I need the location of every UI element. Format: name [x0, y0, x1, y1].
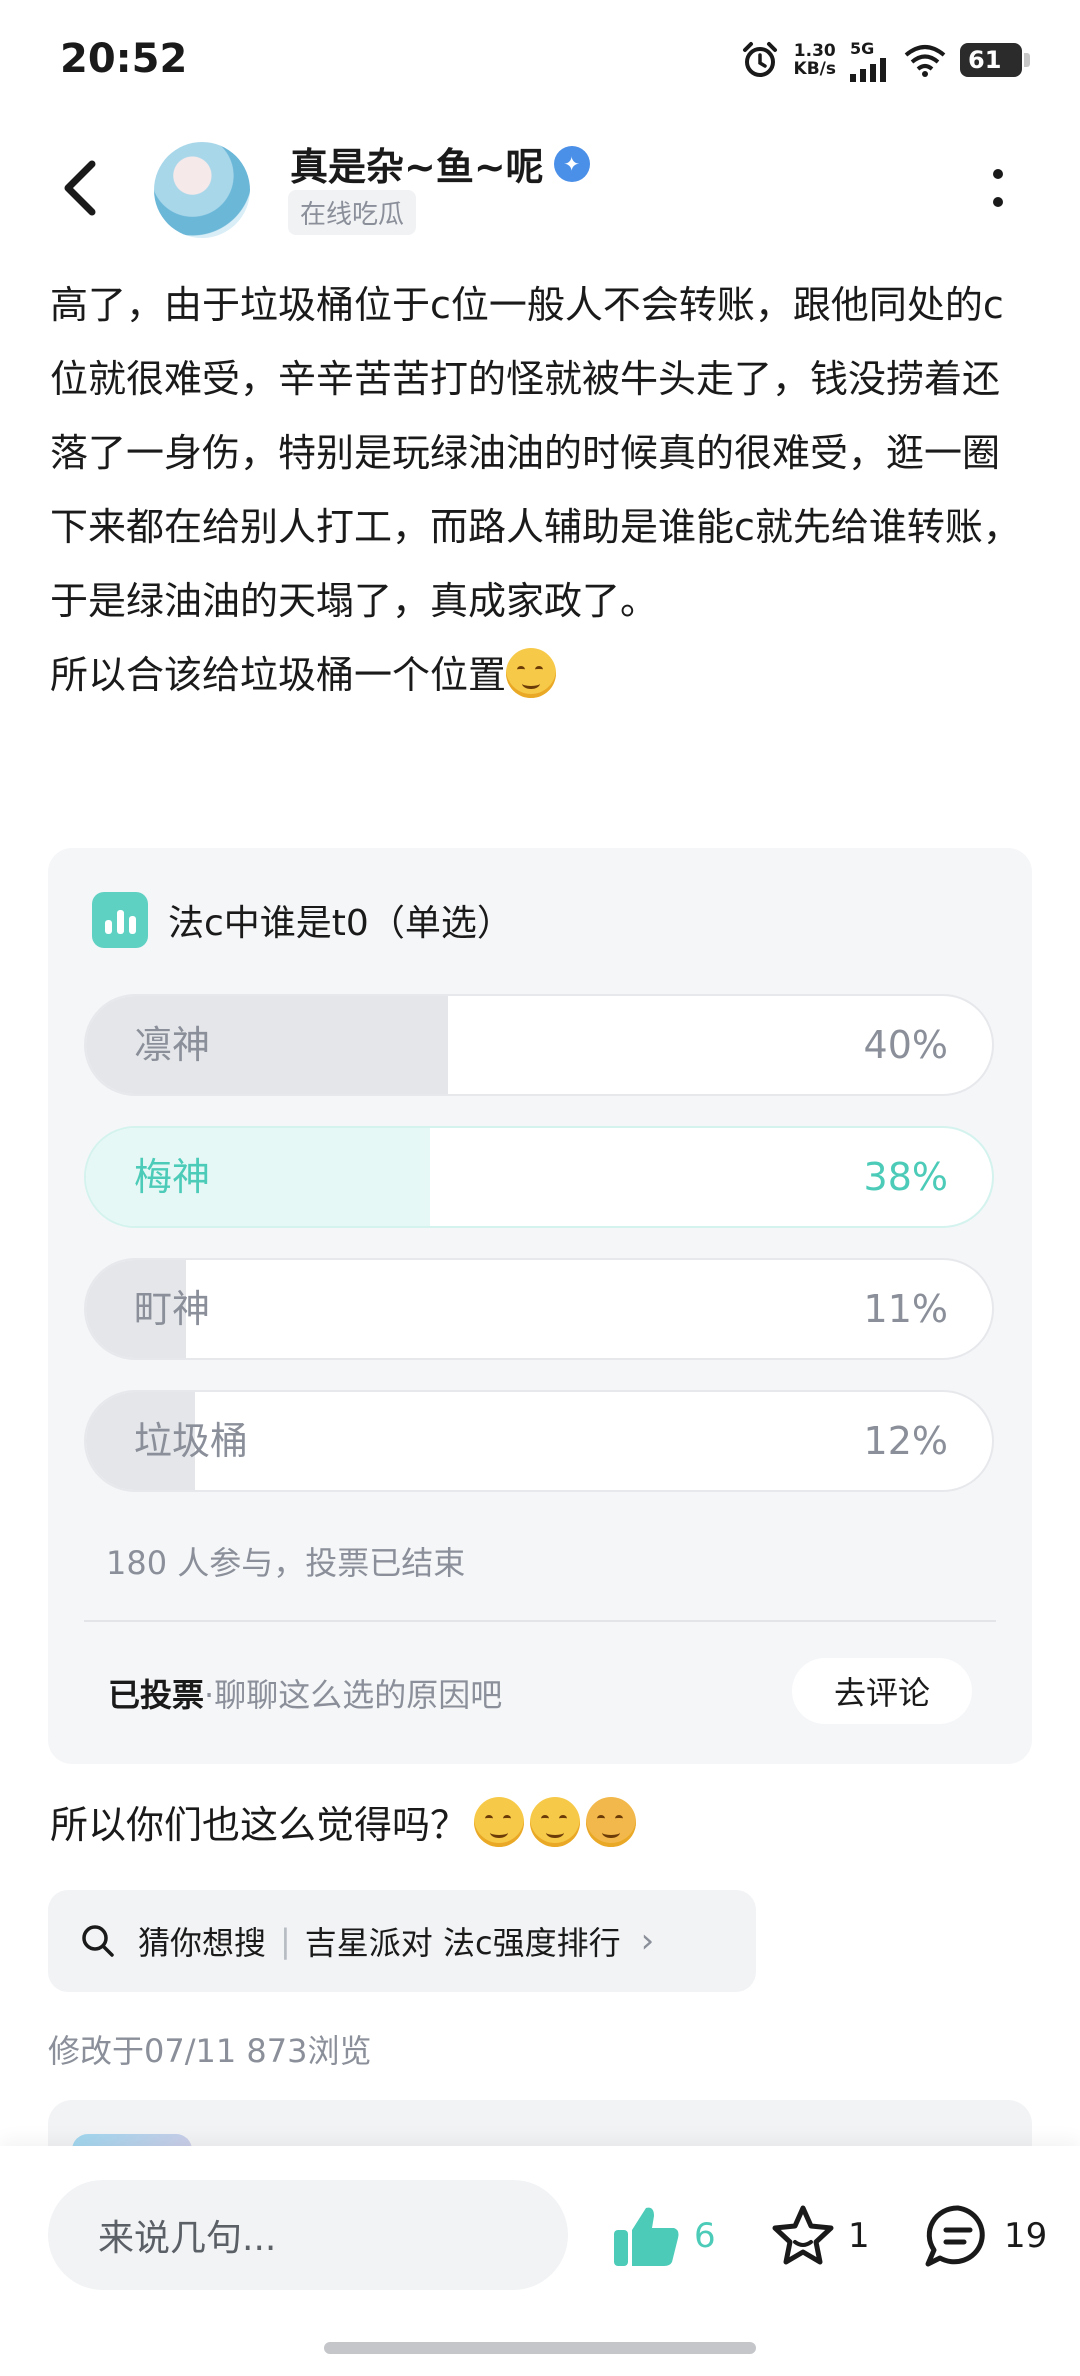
- favorite-button[interactable]: 1: [770, 2198, 870, 2274]
- poll-option-selected[interactable]: 梅神 38%: [84, 1126, 994, 1228]
- poll-option-percent: 38%: [863, 1155, 948, 1199]
- poll-option-label: 凛神: [134, 1023, 211, 1067]
- comment-input[interactable]: 来说几句...: [48, 2180, 568, 2290]
- post-content: 高了，由于垃圾桶位于c位一般人不会转账，跟他同处的c位就很难受，辛辛苦苦打的怪就…: [50, 268, 1030, 712]
- voted-label: 已投票: [108, 1676, 205, 1714]
- voted-hint: ·聊聊这么选的原因吧: [204, 1676, 503, 1714]
- signal: 5G: [850, 39, 890, 82]
- go-comment-button[interactable]: 去评论: [792, 1658, 972, 1724]
- alarm-icon: [742, 42, 777, 77]
- game-badge-icon: ✦: [553, 145, 590, 182]
- post-follow-up: 所以你们也这么觉得吗？: [50, 1794, 637, 1849]
- signal-icon: [850, 57, 886, 82]
- star-icon: [772, 2205, 834, 2265]
- author-name-row[interactable]: 真是杂~鱼~呢 ✦: [290, 136, 590, 191]
- poll-option-percent: 12%: [863, 1419, 948, 1463]
- comment-count: 19: [1004, 2216, 1048, 2256]
- search-icon: [82, 1925, 114, 1957]
- comments-button[interactable]: 19: [924, 2198, 1047, 2274]
- poll-option-label: 町神: [134, 1287, 211, 1331]
- chevron-right-icon: ›: [640, 1921, 655, 1961]
- poll-option-percent: 40%: [863, 1023, 948, 1067]
- status-icons: 1.30 KB/s 5G 61: [740, 34, 1030, 86]
- poll-option-label: 垃圾桶: [134, 1419, 249, 1463]
- battery-indicator: 61: [960, 43, 1030, 77]
- poll-divider: [84, 1620, 996, 1622]
- like-button[interactable]: 6: [612, 2198, 716, 2274]
- net-speed-value: 1.30: [793, 41, 836, 61]
- post-follow-up-text: 所以你们也这么觉得吗？: [50, 1803, 469, 1847]
- yummy-emoji-icon: [586, 1796, 637, 1847]
- post-paragraph: 所以合该给垃圾桶一个位置: [50, 638, 1030, 712]
- post-paragraph: 高了，由于垃圾桶位于c位一般人不会转账，跟他同处的c位就很难受，辛辛苦苦打的怪就…: [50, 283, 1021, 623]
- poll-option-label: 梅神: [134, 1155, 211, 1199]
- poll-option[interactable]: 垃圾桶 12%: [84, 1390, 994, 1492]
- network-type: 5G: [850, 38, 875, 58]
- smile-emoji-icon: [506, 648, 557, 698]
- status-time: 20:52: [60, 36, 188, 82]
- post-paragraph-text: 所以合该给垃圾桶一个位置: [50, 653, 507, 697]
- poll-option-percent: 11%: [863, 1287, 948, 1331]
- net-speed-unit: KB/s: [793, 59, 836, 79]
- back-button[interactable]: [52, 150, 112, 226]
- poll-option[interactable]: 町神 11%: [84, 1258, 994, 1360]
- post-meta: 修改于07/11 873浏览: [48, 2032, 372, 2070]
- smile-emoji-icon: [530, 1796, 581, 1847]
- tongue-emoji-icon: [474, 1796, 525, 1847]
- poll-chart-icon: [92, 892, 148, 948]
- wifi-icon: [904, 45, 946, 77]
- thumbs-up-icon: [614, 2207, 679, 2266]
- back-arrow-icon: [64, 160, 96, 216]
- poll-stats: 180 人参与，投票已结束: [106, 1544, 466, 1582]
- author-avatar[interactable]: [154, 142, 250, 238]
- search-suggestion[interactable]: 猜你想搜 | 吉星派对 法c强度排行 ›: [48, 1890, 756, 1992]
- net-speed: 1.30 KB/s: [794, 42, 836, 78]
- poll-option[interactable]: 凛神 40%: [84, 994, 994, 1096]
- poll-header: 法c中谁是t0（单选）: [92, 892, 513, 948]
- author-status: 在线吃瓜: [288, 190, 417, 235]
- search-suggestion-prefix: 猜你想搜: [138, 1924, 267, 1962]
- comment-bubble-icon: [925, 2205, 985, 2267]
- separator: |: [280, 1922, 291, 1960]
- search-suggestion-query: 吉星派对 法c强度排行: [304, 1924, 621, 1962]
- more-vertical-icon: [993, 169, 1003, 207]
- poll-title: 法c中谁是t0（单选）: [168, 903, 513, 944]
- author-name: 真是杂~鱼~呢: [290, 145, 544, 189]
- voted-prompt: 已投票·聊聊这么选的原因吧: [108, 1670, 502, 1716]
- more-options-button[interactable]: [986, 168, 1010, 210]
- favorite-count: 1: [848, 2216, 870, 2256]
- like-count: 6: [694, 2216, 716, 2256]
- home-indicator[interactable]: [324, 2342, 756, 2354]
